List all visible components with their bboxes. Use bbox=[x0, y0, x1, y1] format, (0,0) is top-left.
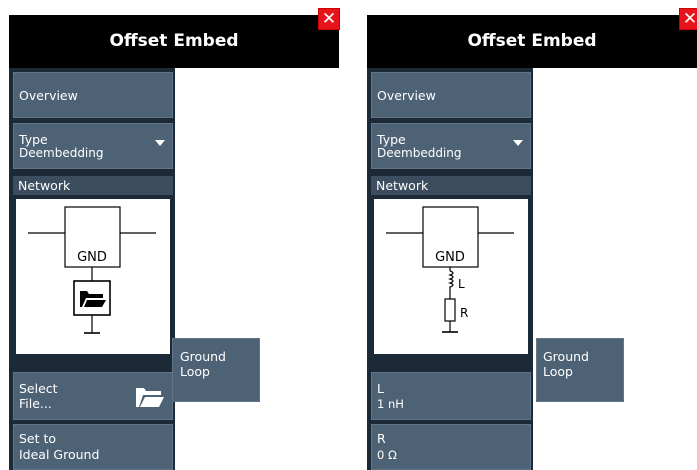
title-bar: Offset Embed bbox=[9, 15, 339, 68]
resistance-field[interactable]: R 0 Ω bbox=[371, 424, 531, 470]
chevron-down-icon bbox=[155, 140, 165, 146]
close-button[interactable]: ✕ bbox=[679, 8, 697, 30]
inductor-label: L bbox=[458, 277, 465, 291]
network-section-label: Network bbox=[13, 176, 173, 195]
select-file-line2: File... bbox=[19, 396, 52, 411]
right-offset-embed-panel: Offset Embed ✕ Overview Type Deembedding… bbox=[367, 8, 697, 470]
select-file-button[interactable]: Select File... bbox=[13, 372, 173, 420]
network-diagram: GND L R bbox=[374, 199, 528, 354]
resistor-label: R bbox=[460, 306, 468, 320]
overview-label: Overview bbox=[19, 88, 78, 103]
ground-loop-line1: Ground bbox=[180, 349, 226, 364]
set-ideal-line1: Set to bbox=[19, 431, 57, 446]
overview-button[interactable]: Overview bbox=[371, 72, 531, 118]
panel-title: Offset Embed bbox=[109, 31, 239, 51]
l-label: L bbox=[377, 381, 384, 396]
ground-loop-button[interactable]: Ground Loop bbox=[536, 338, 624, 402]
r-label: R bbox=[377, 431, 386, 446]
folder-icon bbox=[136, 388, 164, 407]
type-label: Type bbox=[377, 132, 406, 147]
close-icon: ✕ bbox=[321, 9, 337, 29]
overview-button[interactable]: Overview bbox=[13, 72, 173, 118]
ground-loop-line1: Ground bbox=[543, 349, 589, 364]
type-label: Type bbox=[19, 132, 48, 147]
inductance-field[interactable]: L 1 nH bbox=[371, 372, 531, 420]
ground-loop-button[interactable]: Ground Loop bbox=[172, 338, 260, 402]
resistor-symbol bbox=[444, 298, 456, 322]
gnd-label: GND bbox=[435, 250, 465, 265]
network-diagram-svg: GND bbox=[28, 206, 156, 334]
type-value: Deembedding bbox=[377, 146, 462, 160]
sidebar: Overview Type Deembedding Network GND L … bbox=[367, 68, 533, 470]
set-ideal-line2: Ideal Ground bbox=[19, 447, 100, 462]
network-diagram: GND bbox=[16, 199, 170, 354]
gnd-label: GND bbox=[77, 250, 107, 265]
type-dropdown[interactable]: Type Deembedding bbox=[13, 123, 173, 169]
close-button[interactable]: ✕ bbox=[318, 8, 340, 30]
left-offset-embed-panel: Offset Embed ✕ Overview Type Deembedding… bbox=[9, 8, 340, 470]
close-icon: ✕ bbox=[682, 9, 697, 29]
title-bar: Offset Embed bbox=[367, 15, 697, 68]
type-value: Deembedding bbox=[19, 146, 104, 160]
type-dropdown[interactable]: Type Deembedding bbox=[371, 123, 531, 169]
select-file-line1: Select bbox=[19, 381, 58, 396]
chevron-down-icon bbox=[513, 140, 523, 146]
sidebar: Overview Type Deembedding Network GND Se… bbox=[9, 68, 175, 470]
ground-loop-line2: Loop bbox=[180, 364, 210, 379]
l-value: 1 nH bbox=[377, 397, 404, 411]
r-value: 0 Ω bbox=[377, 448, 397, 462]
ground-loop-line2: Loop bbox=[543, 364, 573, 379]
network-diagram-svg: GND L R bbox=[386, 206, 514, 333]
set-ideal-ground-button[interactable]: Set to Ideal Ground bbox=[13, 424, 173, 470]
network-section-label: Network bbox=[371, 176, 531, 195]
panel-title: Offset Embed bbox=[467, 31, 597, 51]
overview-label: Overview bbox=[377, 88, 436, 103]
inductor-symbol bbox=[448, 270, 454, 291]
